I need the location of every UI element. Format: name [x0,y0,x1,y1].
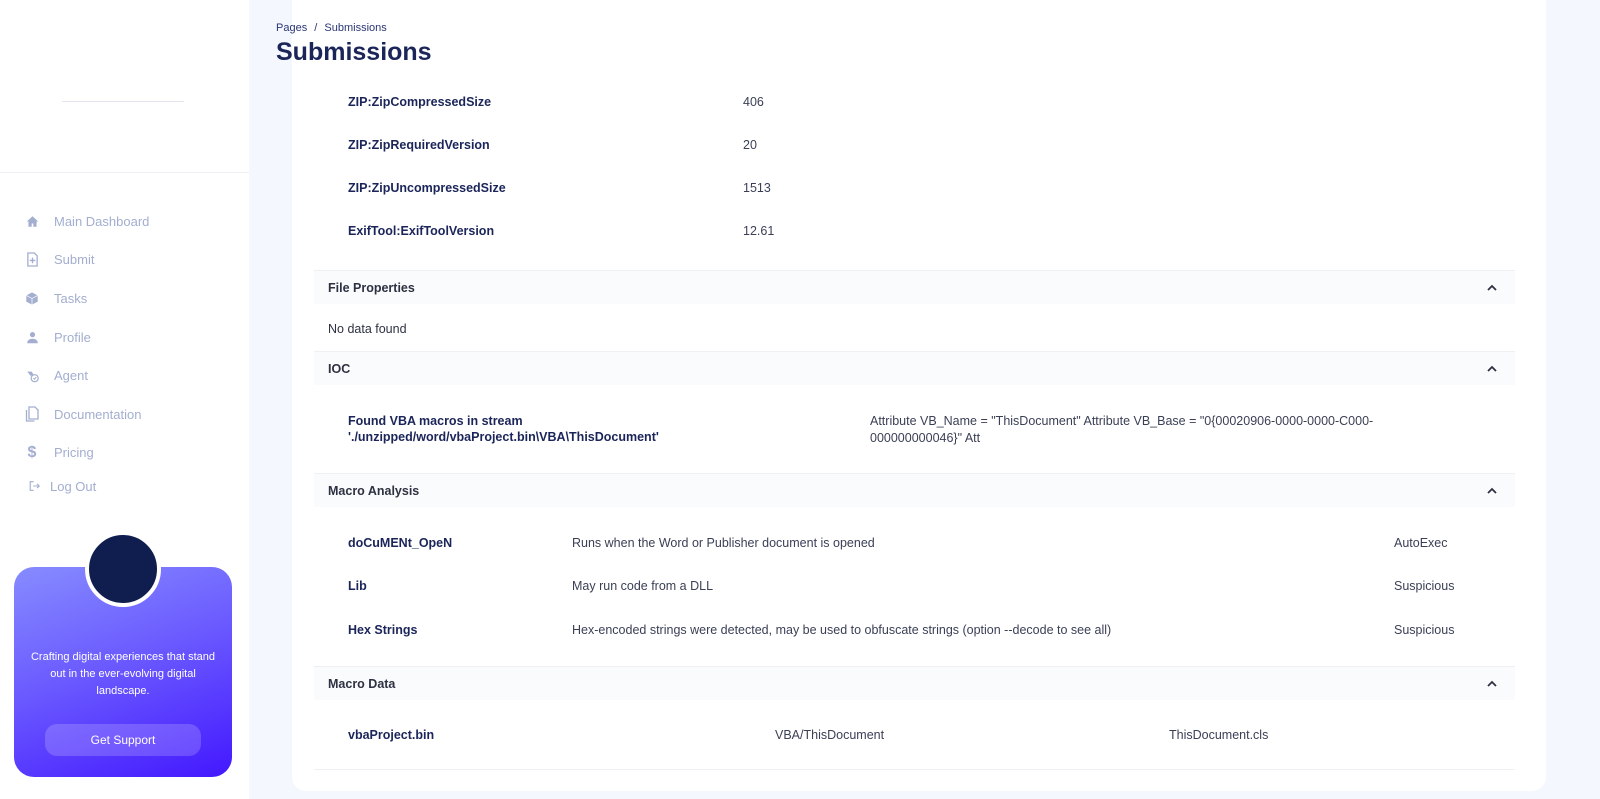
home-icon [24,213,40,229]
submission-detail-card: ZIP:ZipCompressedSize 406 ZIP:ZipRequire… [292,0,1546,791]
promo-text: Crafting digital experiences that stand … [30,651,216,697]
sidebar-item-profile[interactable]: Profile [24,318,149,357]
ioc-value-line: 000000000046}" Att [870,431,981,445]
divider [314,769,1515,770]
page-title: Submissions [276,38,432,66]
sidebar-nav: Main Dashboard Submit Tasks Profile Agen… [24,202,149,500]
dollar-icon: $ [27,443,37,461]
sidebar: Main Dashboard Submit Tasks Profile Agen… [0,0,249,799]
sidebar-item-label: Main Dashboard [54,213,150,229]
macro-keyword: Lib [348,579,367,593]
file-plus-icon [24,252,40,268]
section-title: Macro Data [328,676,396,691]
macro-description: May run code from a DLL [572,579,714,593]
sidebar-item-label: Submit [54,252,95,268]
macro-type: AutoExec [1394,536,1448,550]
agent-icon [24,368,40,384]
metadata-value: 1513 [743,181,771,195]
logout-icon [28,478,41,494]
sidebar-item-label: Profile [54,329,91,345]
empty-state-text: No data found [328,322,407,336]
cube-icon [24,290,40,306]
logo-divider [62,101,184,102]
chevron-up-icon[interactable] [1485,484,1499,498]
metadata-value: 406 [743,95,764,109]
sidebar-item-label: Agent [54,368,88,384]
breadcrumb-parent-link[interactable]: Pages [276,22,307,34]
macro-description: Hex-encoded strings were detected, may b… [572,623,1112,637]
metadata-key: ZIP:ZipUncompressedSize [348,181,506,195]
ioc-label-line: Found VBA macros in stream [348,414,523,428]
sidebar-item-documentation[interactable]: Documentation [24,395,149,434]
macro-keyword: doCuMENt_OpeN [348,536,453,550]
ioc-label: Found VBA macros in stream './unzipped/w… [348,413,659,445]
macro-data-file: vbaProject.bin [348,728,435,742]
macro-type: Suspicious [1394,579,1455,593]
macro-type: Suspicious [1394,623,1455,637]
section-title: IOC [328,361,351,376]
section-header-ioc[interactable]: IOC [314,351,1515,385]
metadata-key: ZIP:ZipCompressedSize [348,95,492,109]
breadcrumb-separator: / [314,22,318,34]
metadata-key: ExifTool:ExifToolVersion [348,224,495,238]
logout-button[interactable]: Log Out [28,472,149,500]
get-support-button[interactable]: Get Support [45,724,201,756]
metadata-value: 20 [743,138,757,152]
ioc-value-line: Attribute VB_Name = "ThisDocument" Attri… [870,414,1374,428]
section-header-macro-analysis[interactable]: Macro Analysis [314,473,1515,507]
breadcrumb-current: Submissions [324,22,387,34]
chevron-up-icon[interactable] [1485,677,1499,691]
sidebar-divider [0,172,249,173]
sidebar-item-label: Documentation [54,406,142,422]
sidebar-item-label: Tasks [54,290,88,306]
avatar [85,531,161,607]
sidebar-item-tasks[interactable]: Tasks [24,279,149,318]
macro-data-stream: VBA/ThisDocument [775,728,885,742]
metadata-key: ZIP:ZipRequiredVersion [348,138,490,152]
sidebar-item-pricing[interactable]: $ Pricing [24,434,149,473]
macro-keyword: Hex Strings [348,623,418,637]
sidebar-item-agent[interactable]: Agent [24,356,149,395]
support-promo-card: Crafting digital experiences that stand … [14,531,232,777]
metadata-value: 12.61 [743,224,775,238]
ioc-value: Attribute VB_Name = "ThisDocument" Attri… [870,413,1373,447]
chevron-up-icon[interactable] [1485,362,1499,376]
breadcrumb: Pages / Submissions [276,22,391,34]
section-title: File Properties [328,280,415,295]
user-icon [24,329,40,345]
section-title: Macro Analysis [328,483,420,498]
sidebar-item-submit[interactable]: Submit [24,241,149,280]
documents-icon [24,406,40,422]
ioc-label-line: './unzipped/word/vbaProject.bin\VBA\This… [348,430,659,444]
macro-description: Runs when the Word or Publisher document… [572,536,875,550]
section-header-macro-data[interactable]: Macro Data [314,666,1515,700]
macro-data-name: ThisDocument.cls [1169,728,1269,742]
sidebar-item-main-dashboard[interactable]: Main Dashboard [24,202,149,241]
section-header-file-properties[interactable]: File Properties [314,270,1515,304]
logout-label: Log Out [50,478,97,494]
chevron-up-icon[interactable] [1485,281,1499,295]
sidebar-item-label: Pricing [54,445,94,461]
